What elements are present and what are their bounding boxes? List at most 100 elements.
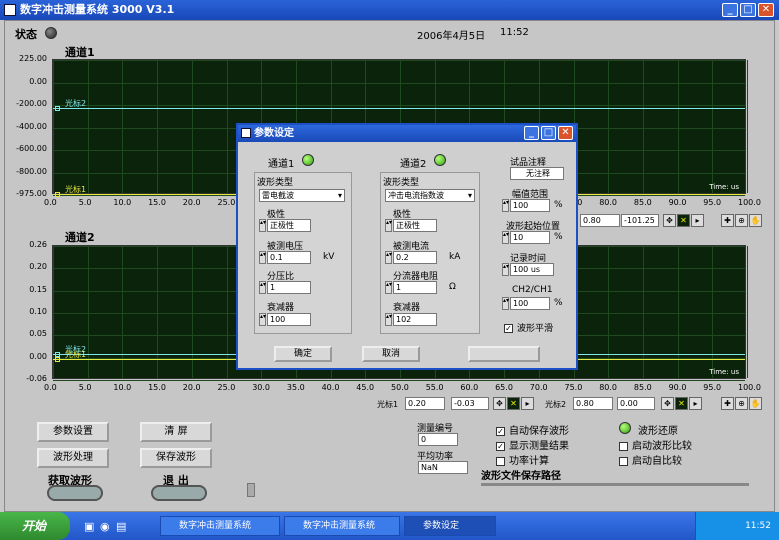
ch-ratio-field[interactable]: 100 [510, 297, 550, 310]
autosave-check[interactable]: ✓ 自动保存波形 [496, 422, 569, 437]
smooth-check[interactable]: ✓ 波形平滑 [504, 321, 553, 334]
ch2-atten-spin[interactable]: ▴▾ [385, 313, 392, 326]
powercalc-check[interactable]: 功率计算 [496, 452, 549, 467]
ch1-ytick: -200.00 [16, 99, 47, 108]
ch1-cursor1-marker[interactable] [55, 192, 60, 197]
rec-field[interactable]: 100 us [510, 263, 554, 276]
note-field[interactable]: 无注释 [510, 167, 564, 180]
save-wave-button[interactable]: 保存波形 [140, 448, 212, 468]
acquire-toggle[interactable] [47, 485, 103, 501]
ch2-xtick: 35.0 [286, 383, 305, 392]
ch2-hand-icon[interactable]: ✋ [749, 397, 762, 410]
task-item-1[interactable]: 数字冲击测量系统 [160, 516, 280, 536]
dialog-ch1-panel: 波形类型 雷电截波 ▾ 极性 ▴▾ 正极性 被测电压 ▴▾ 0.1 kV 分压比 … [254, 172, 352, 334]
dialog-cancel-button[interactable]: 取消 [362, 346, 420, 362]
ch2-zoom-icon[interactable]: ✚ [721, 397, 734, 410]
ch2-polarity-spin[interactable]: ▴▾ [385, 219, 392, 232]
indicator-icon [247, 483, 255, 497]
ch2-cursor1-move-icon[interactable]: ✥ [493, 397, 506, 410]
grid-hline [53, 82, 745, 84]
ch1-hand-icon[interactable]: ✋ [749, 214, 762, 227]
dialog-close-button[interactable]: ✕ [558, 126, 573, 140]
ch1-cursor-move-icon[interactable]: ✥ [663, 214, 676, 227]
ch1-cursor2-x[interactable]: 0.80 [580, 214, 620, 227]
status-date: 2006年4月5日 [417, 31, 486, 42]
dialog-maximize-button[interactable]: □ [541, 126, 556, 140]
ch2-ratio-spin[interactable]: ▴▾ [385, 281, 392, 294]
ch2-cursor2-x[interactable]: 0.80 [573, 397, 613, 410]
dialog-ok-button[interactable]: 确定 [274, 346, 332, 362]
ch2-cursor1-marker[interactable] [55, 357, 60, 362]
ch2-wavetype-select[interactable]: 冲击电流指数波 ▾ [385, 189, 475, 202]
quicklaunch-icon-2[interactable]: ◉ [100, 520, 110, 533]
ch2-xtick: 100.0 [738, 383, 761, 392]
task-item-2[interactable]: 数字冲击测量系统 [284, 516, 400, 536]
ch1-wavetype-select[interactable]: 雷电截波 ▾ [259, 189, 345, 202]
ch2-ytick: 0.20 [29, 262, 47, 272]
start-button[interactable]: 开始 [0, 512, 70, 540]
task-item-3[interactable]: 参数设定 [404, 516, 496, 536]
ch2-cursor2-y[interactable]: 0.00 [617, 397, 655, 410]
autocompare-check[interactable]: 启动自比较 [619, 452, 682, 467]
compare-check[interactable]: 启动波形比较 [619, 437, 692, 452]
clear-button[interactable]: 清 屏 [140, 422, 212, 442]
ch2-cursor1-x[interactable]: 0.20 [405, 397, 445, 410]
ch2-cursor1-lock-icon[interactable]: ▸ [521, 397, 534, 410]
meas-num-field[interactable]: 0 [418, 433, 458, 446]
process-button[interactable]: 波形处理 [37, 448, 109, 468]
ch2-cursor2-label: 光标2 [545, 400, 567, 409]
ch2-xtick: 55.0 [425, 383, 444, 392]
close-button[interactable]: ✕ [758, 3, 774, 17]
ch1-xtick: 5.0 [78, 198, 92, 207]
ch1-atten-field[interactable]: 100 [267, 313, 311, 326]
dialog-ch2-label: 通道2 [400, 159, 427, 170]
ch1-ratio-spin[interactable]: ▴▾ [259, 281, 266, 294]
ch2-cursor2-lock-icon[interactable]: ▸ [689, 397, 702, 410]
ch1-cursor2-y[interactable]: -101.25 [621, 214, 659, 227]
ch2-atten-label: 衰减器 [393, 303, 421, 313]
ch2-xtick: 90.0 [668, 383, 687, 392]
start-field[interactable]: 10 [510, 231, 550, 244]
quicklaunch-icon[interactable]: ▣ [84, 520, 94, 533]
exit-toggle[interactable] [151, 485, 207, 501]
ch2-ratio-field[interactable]: 1 [393, 281, 437, 294]
ch2-measured-spin[interactable]: ▴▾ [385, 251, 392, 264]
rec-spin[interactable]: ▴▾ [502, 263, 509, 276]
ch1-xtick: 80.0 [599, 198, 617, 207]
ch2-cursor1-y[interactable]: -0.03 [451, 397, 489, 410]
ch1-cursor2-marker[interactable] [55, 106, 60, 111]
start-spin[interactable]: ▴▾ [502, 231, 509, 244]
ch1-ratio-field[interactable]: 1 [267, 281, 311, 294]
ch1-ytick: -975.00 [16, 189, 47, 198]
ch-ratio-label: CH2/CH1 [512, 285, 553, 295]
range-spin[interactable]: ▴▾ [502, 199, 509, 212]
showresult-check[interactable]: ✓ 显示测量结果 [496, 437, 569, 452]
ch2-xtick: 65.0 [495, 383, 513, 392]
ch2-pan-icon[interactable]: ⊕ [735, 397, 748, 410]
ch2-atten-field[interactable]: 102 [393, 313, 437, 326]
ch1-cursor2-line[interactable] [53, 108, 745, 109]
save-path-field[interactable] [481, 483, 749, 486]
ch1-polarity-spin[interactable]: ▴▾ [259, 219, 266, 232]
minimize-button[interactable]: _ [722, 3, 738, 17]
range-field[interactable]: 100 [510, 199, 550, 212]
ch2-cursor1-style-icon[interactable]: ✕ [507, 397, 520, 410]
params-button[interactable]: 参数设置 [37, 422, 109, 442]
ch2-polarity-field[interactable]: 正极性 [393, 219, 437, 232]
ch1-cursor-lock-icon[interactable]: ▸ [691, 214, 704, 227]
quicklaunch-icon-3[interactable]: ▤ [116, 520, 126, 533]
ch1-atten-spin[interactable]: ▴▾ [259, 313, 266, 326]
ch1-measured-spin[interactable]: ▴▾ [259, 251, 266, 264]
ch1-polarity-field[interactable]: 正极性 [267, 219, 311, 232]
ch1-measured-field[interactable]: 0.1 [267, 251, 311, 264]
ch1-zoom-icon[interactable]: ✚ [721, 214, 734, 227]
ch1-cursor-style-icon[interactable]: ✕ [677, 214, 690, 227]
restore-led[interactable] [619, 422, 631, 434]
ch2-measured-field[interactable]: 0.2 [393, 251, 437, 264]
dialog-minimize-button[interactable]: _ [524, 126, 539, 140]
ch1-pan-icon[interactable]: ⊕ [735, 214, 748, 227]
ch-ratio-spin[interactable]: ▴▾ [502, 297, 509, 310]
maximize-button[interactable]: □ [740, 3, 756, 17]
ch2-cursor2-move-icon[interactable]: ✥ [661, 397, 674, 410]
ch2-cursor2-style-icon[interactable]: ✕ [675, 397, 688, 410]
